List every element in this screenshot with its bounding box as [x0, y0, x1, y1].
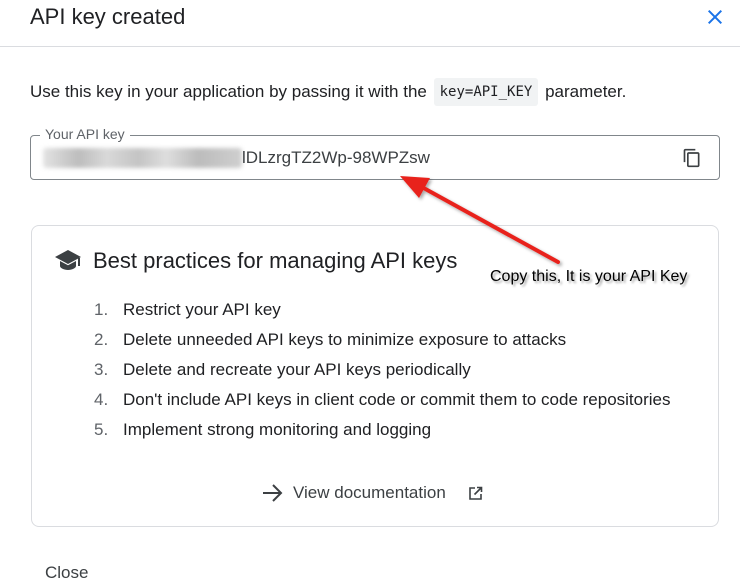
graduation-cap-icon: [55, 250, 81, 270]
list-text: Don't include API keys in client code or…: [123, 390, 671, 409]
intro-after: parameter.: [545, 82, 627, 101]
intro-code: key=API_KEY: [433, 78, 539, 106]
intro-before: Use this key in your application by pass…: [30, 82, 427, 101]
list-item: 3. Delete and recreate your API keys peri…: [94, 355, 671, 385]
list-number: 5.: [94, 420, 109, 439]
dialog-header: API key created: [0, 0, 740, 47]
list-number: 3.: [94, 360, 109, 379]
best-practices-title: Best practices for managing API keys: [93, 248, 458, 273]
arrow-right-icon: [263, 484, 283, 502]
list-item: 2. Delete unneeded API keys to minimize e…: [94, 325, 671, 355]
dialog-title: API key created: [30, 4, 186, 29]
list-text: Implement strong monitoring and logging: [123, 420, 432, 439]
annotation-text: Copy this, It is your API Key: [490, 268, 688, 285]
view-documentation-text[interactable]: View documentation: [293, 481, 446, 505]
list-text: Delete and recreate your API keys period…: [123, 360, 471, 379]
list-number: 4.: [94, 390, 109, 409]
close-button[interactable]: Close: [45, 562, 88, 584]
api-key-label: Your API key: [40, 126, 130, 142]
list-number: 2.: [94, 330, 109, 349]
list-item: 5. Implement strong monitoring and loggin…: [94, 415, 671, 445]
redacted-key-prefix: [43, 148, 242, 168]
list-number: 1.: [94, 300, 109, 319]
api-key-field[interactable]: lDLzrgTZ2Wp-98WPZsw: [30, 135, 720, 180]
copy-icon[interactable]: [682, 148, 702, 168]
list-item: 4. Don't include API keys in client code …: [94, 385, 671, 415]
external-link-icon: [469, 486, 483, 500]
list-item: 1. Restrict your API key: [94, 295, 671, 325]
list-text: Delete unneeded API keys to minimize exp…: [123, 330, 567, 349]
intro-text: Use this key in your application by pass…: [30, 78, 626, 106]
api-key-value[interactable]: lDLzrgTZ2Wp-98WPZsw: [242, 147, 430, 169]
list-text: Restrict your API key: [123, 300, 281, 319]
close-icon[interactable]: [703, 5, 727, 29]
best-practices-list: 1. Restrict your API key 2. Delete unneede…: [94, 295, 671, 445]
